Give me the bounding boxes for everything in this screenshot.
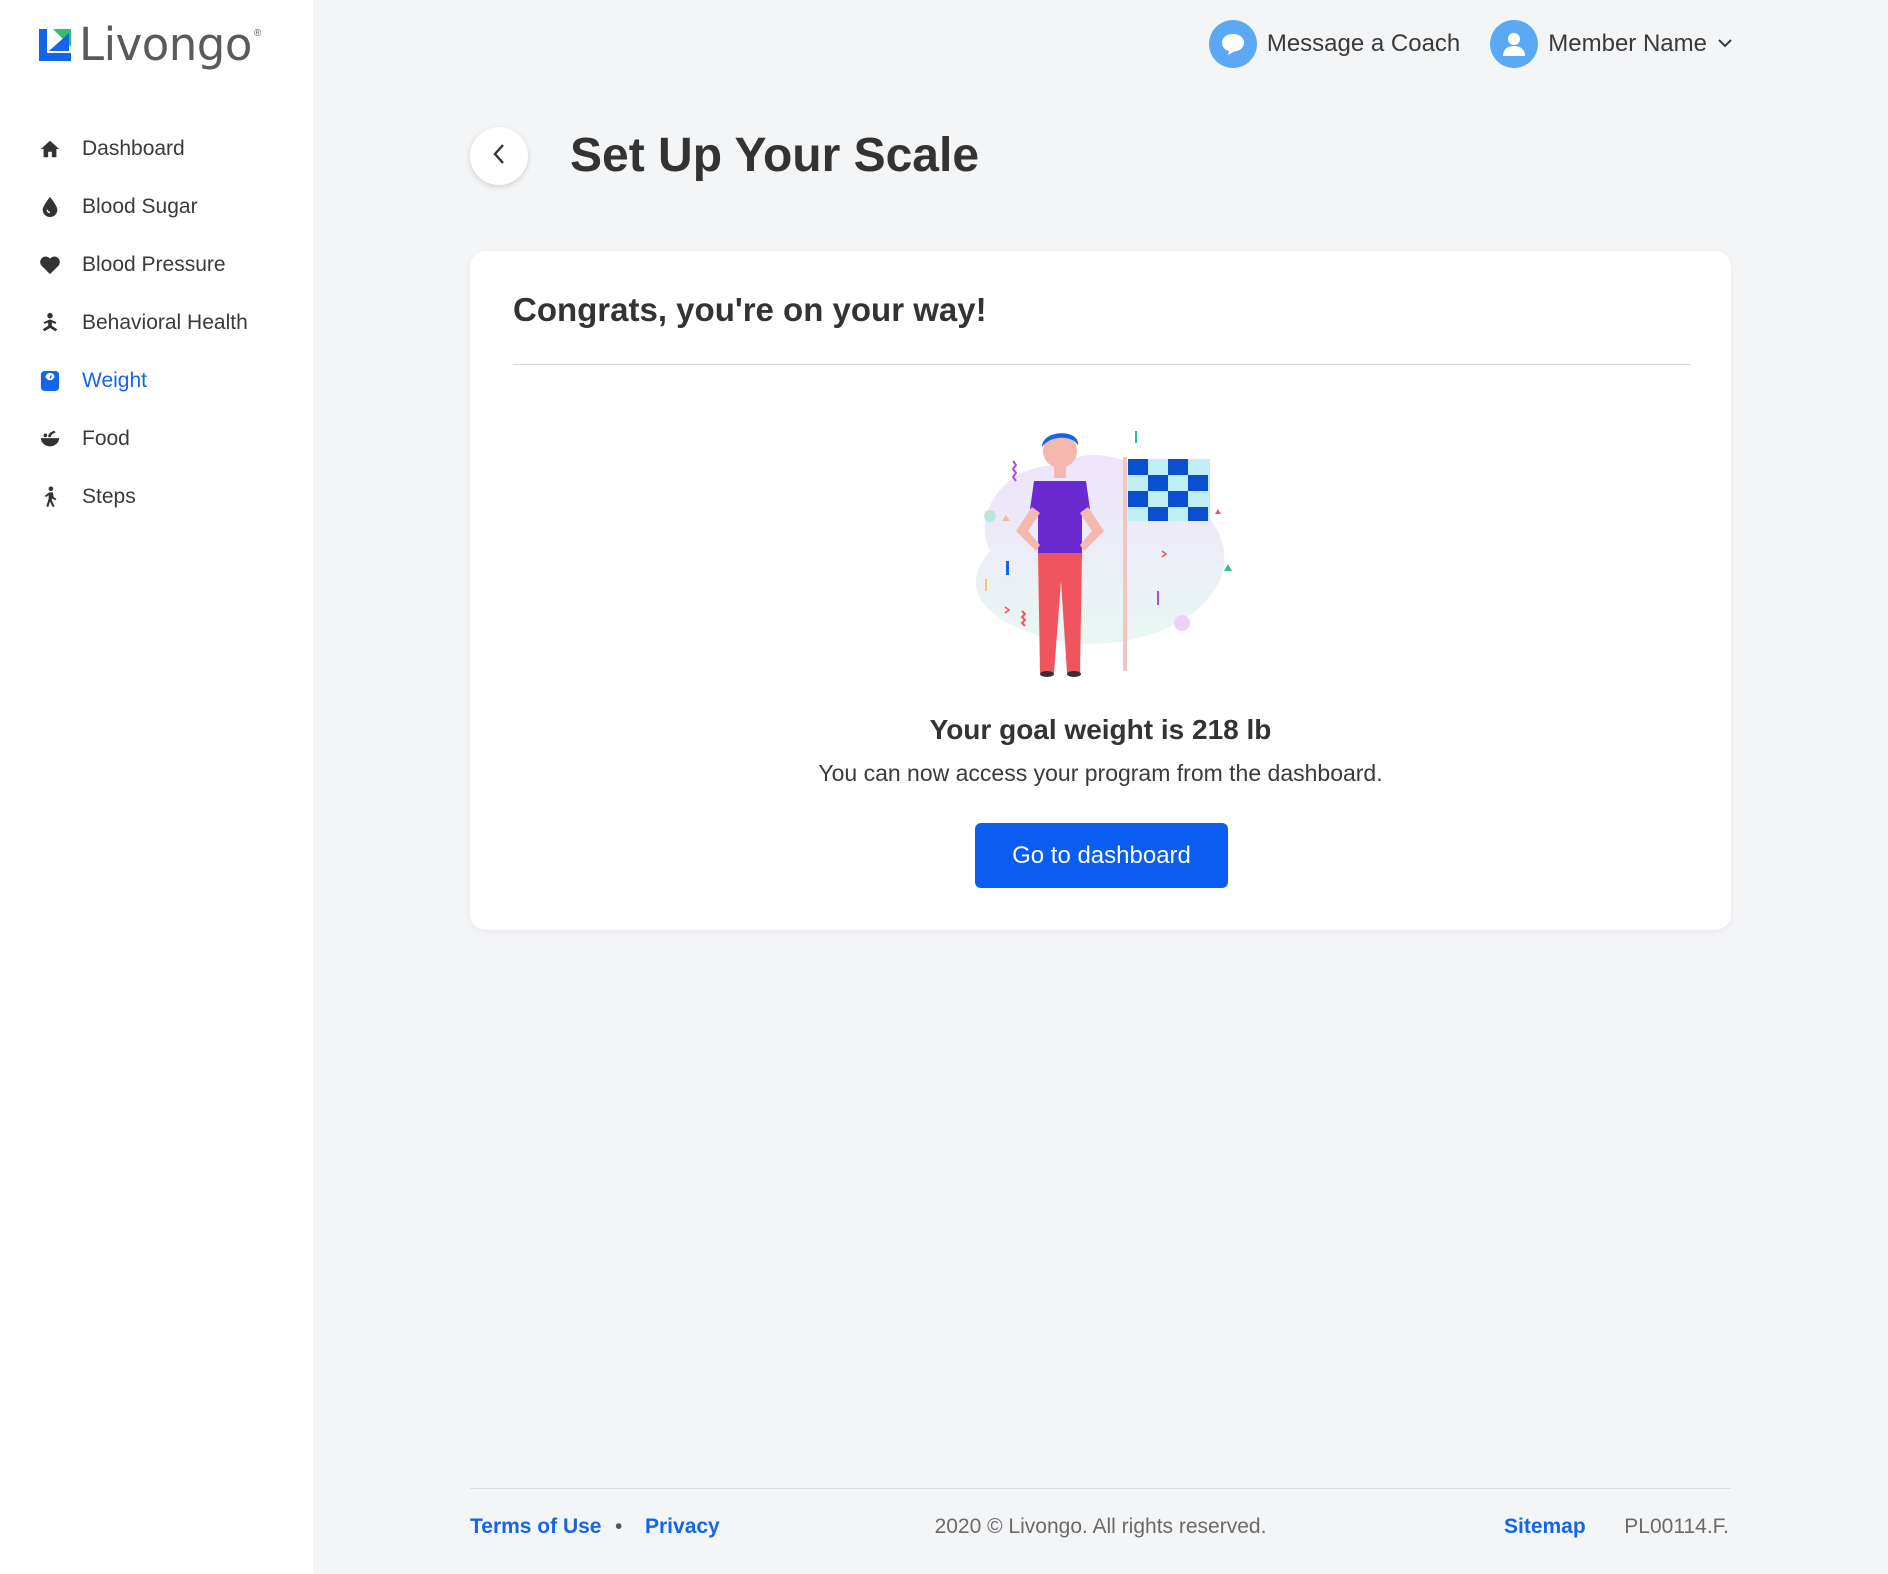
walking-icon (38, 485, 62, 509)
footer-separator: • (615, 1515, 623, 1538)
scale-icon (38, 369, 62, 393)
logo-registered: ® (253, 28, 262, 39)
chevron-left-icon (492, 143, 506, 170)
sidebar-item-label: Behavioral Health (82, 311, 248, 334)
back-button[interactable] (470, 127, 528, 185)
member-menu[interactable]: Member Name (1490, 20, 1733, 68)
drop-icon (38, 195, 62, 219)
home-icon (38, 137, 62, 161)
sidebar-nav: Dashboard Blood Sugar Blood Pressure Beh… (0, 120, 313, 526)
dashboard-access-text: You can now access your program from the… (818, 760, 1383, 786)
divider (513, 364, 1690, 365)
top-bar: Message a Coach Member Name (1208, 20, 1733, 68)
sidebar-item-steps[interactable]: Steps (0, 468, 313, 526)
sidebar-item-label: Blood Sugar (82, 195, 198, 218)
sidebar-item-blood-sugar[interactable]: Blood Sugar (0, 178, 313, 236)
page-title: Set Up Your Scale (570, 129, 980, 182)
sidebar-item-food[interactable]: Food (0, 410, 313, 468)
sitemap-link[interactable]: Sitemap (1504, 1515, 1586, 1539)
card-title: Congrats, you're on your way! (513, 291, 987, 328)
sidebar-item-label: Dashboard (82, 137, 185, 160)
sidebar-item-label: Food (82, 427, 130, 450)
chat-bubble-icon (1208, 20, 1257, 68)
sidebar-item-behavioral-health[interactable]: Behavioral Health (0, 294, 313, 352)
member-name: Member Name (1548, 30, 1707, 57)
sidebar: Livongo ® Dashboard Blood Sugar Blood Pr… (0, 0, 313, 1574)
congrats-card: Congrats, you're on your way! Your goal … (470, 251, 1731, 930)
terms-of-use-link[interactable]: Terms of Use (470, 1515, 602, 1539)
user-avatar-icon (1490, 20, 1539, 68)
meditation-icon (38, 311, 62, 335)
sidebar-item-label: Blood Pressure (82, 253, 226, 276)
chevron-down-icon (1717, 35, 1733, 53)
livongo-logo-icon (39, 28, 71, 61)
page-code: PL00114.F. (1624, 1515, 1729, 1538)
goal-weight-text: Your goal weight is 218 lb (929, 714, 1272, 745)
footer-divider (470, 1488, 1731, 1489)
privacy-link[interactable]: Privacy (645, 1515, 720, 1539)
bowl-icon (38, 427, 62, 451)
logo-text: Livongo (79, 18, 252, 71)
message-coach-link[interactable]: Message a Coach (1208, 20, 1461, 68)
footer: 2020 © Livongo. All rights reserved. Ter… (470, 1512, 1731, 1542)
sidebar-item-blood-pressure[interactable]: Blood Pressure (0, 236, 313, 294)
sidebar-item-weight[interactable]: Weight (0, 352, 313, 410)
message-coach-label: Message a Coach (1266, 30, 1461, 57)
sidebar-item-label: Weight (82, 369, 147, 392)
celebration-illustration (975, 431, 1232, 677)
go-to-dashboard-button[interactable]: Go to dashboard (975, 823, 1228, 888)
livongo-logo[interactable]: Livongo ® (39, 22, 261, 67)
sidebar-item-dashboard[interactable]: Dashboard (0, 120, 313, 178)
heart-icon (38, 253, 62, 277)
sidebar-item-label: Steps (82, 485, 136, 508)
